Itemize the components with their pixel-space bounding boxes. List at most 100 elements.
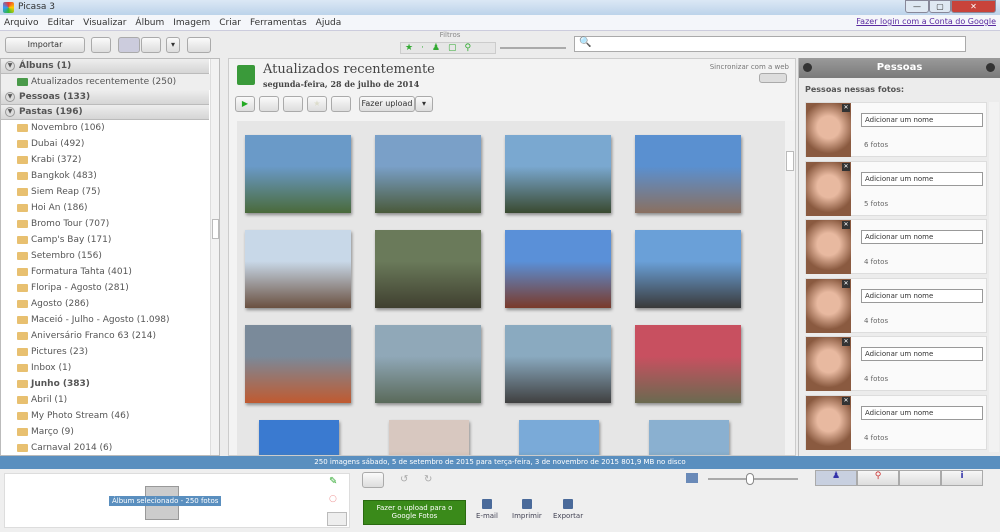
folder-item[interactable]: Camp's Bay (171) (1, 232, 219, 248)
people-button[interactable] (187, 37, 211, 53)
sync-toggle[interactable] (759, 73, 787, 83)
search-input[interactable]: 🔍 (574, 36, 966, 52)
photo-thumbnail[interactable] (375, 230, 481, 308)
folder-item[interactable]: My Photo Stream (46) (1, 408, 219, 424)
photo-thumbnail[interactable] (635, 325, 741, 403)
flat-view-button[interactable] (118, 37, 140, 53)
view-dropdown-button[interactable]: ▾ (166, 37, 180, 53)
left-scrollbar[interactable] (210, 59, 219, 455)
info-tab[interactable]: i (941, 470, 983, 486)
email-button[interactable]: E-mail (476, 499, 498, 520)
print-button[interactable]: Imprimir (512, 499, 542, 520)
remove-face-icon[interactable]: ✕ (842, 396, 850, 405)
remove-face-icon[interactable]: ✕ (842, 104, 850, 112)
maximize-button[interactable]: ▢ (929, 0, 951, 13)
minimize-button[interactable]: — (905, 0, 929, 13)
rotate-left-icon[interactable]: ↺ (400, 474, 408, 485)
folder-item[interactable]: Novembro (106) (1, 120, 219, 136)
person-name-input[interactable]: Adicionar um nome (861, 171, 983, 186)
photo-thumbnail[interactable] (505, 230, 611, 308)
photo-thumbnail[interactable] (635, 230, 741, 308)
photo-thumbnail[interactable] (505, 325, 611, 403)
folder-item[interactable]: Dubai (492) (1, 136, 219, 152)
people-tab[interactable]: ♟ (815, 470, 857, 486)
photo-thumbnail[interactable] (259, 420, 339, 455)
people-scrollbar[interactable] (989, 102, 999, 452)
photo-thumbnail[interactable] (505, 135, 611, 213)
photo-thumbnail[interactable] (649, 420, 729, 455)
menu-7[interactable]: Ajuda (316, 18, 342, 28)
remove-face-icon[interactable]: ✕ (842, 279, 850, 288)
export-button[interactable]: Exportar (553, 499, 583, 520)
tags-tab[interactable] (899, 470, 941, 486)
thumbnail-size-slider[interactable] (708, 473, 798, 485)
folder-item[interactable]: Março (9) (1, 424, 219, 440)
photo-thumbnail[interactable] (519, 420, 599, 455)
photo-thumbnail[interactable] (375, 325, 481, 403)
filter-slider[interactable] (500, 47, 566, 49)
filter-buttons[interactable]: ★·♟▢⚲ (400, 42, 496, 54)
menu-6[interactable]: Ferramentas (250, 18, 307, 28)
folder-item[interactable]: Aniversário Franco 63 (214) (1, 328, 219, 344)
people-section[interactable]: ▼ Pessoas (133) (1, 90, 209, 105)
play-slideshow-button[interactable]: ▶ (235, 96, 255, 112)
tray-star-button[interactable] (362, 472, 384, 488)
hold-icon[interactable]: ✎ (329, 476, 343, 490)
folder-item[interactable]: Bromo Tour (707) (1, 216, 219, 232)
remove-face-icon[interactable]: ✕ (842, 162, 850, 171)
folder-item[interactable]: Krabi (372) (1, 152, 219, 168)
grid-scrollbar[interactable] (785, 121, 795, 455)
person-name-input[interactable]: Adicionar um nome (861, 405, 983, 420)
collage-button[interactable] (259, 96, 279, 112)
folders-section[interactable]: ▼ Pastas (196) (1, 105, 209, 120)
photo-thumbnail[interactable] (635, 135, 741, 213)
folder-item[interactable]: Abril (1) (1, 392, 219, 408)
photo-thumbnail[interactable] (245, 230, 351, 308)
login-link[interactable]: Fazer login com a Conta do Google (856, 17, 996, 26)
collapse-icon[interactable] (803, 63, 812, 72)
photo-thumbnail[interactable] (375, 135, 481, 213)
menu-1[interactable]: Editar (47, 18, 74, 28)
menu-4[interactable]: Imagem (173, 18, 210, 28)
add-album-button[interactable] (91, 37, 111, 53)
add-to-album-button[interactable] (327, 512, 347, 526)
folder-item[interactable]: Inbox (1) (1, 360, 219, 376)
person-name-input[interactable]: Adicionar um nome (861, 288, 983, 303)
folder-item[interactable]: Carnaval 2014 (6) (1, 440, 219, 455)
folder-item[interactable]: Pictures (23) (1, 344, 219, 360)
albums-section[interactable]: ▼ Álbuns (1) (1, 59, 209, 74)
upload-dropdown-button[interactable]: ▾ (415, 96, 433, 112)
menu-3[interactable]: Álbum (135, 18, 164, 28)
upload-button[interactable]: Fazer upload (359, 96, 415, 112)
folder-item[interactable]: Hoi An (186) (1, 200, 219, 216)
folder-item[interactable]: Maceió - Julho - Agosto (1.098) (1, 312, 219, 328)
folder-item[interactable]: Junho (383) (1, 376, 219, 392)
person-name-input[interactable]: Adicionar um nome (861, 113, 983, 127)
import-button[interactable]: Importar (5, 37, 85, 53)
person-name-input[interactable]: Adicionar um nome (861, 347, 983, 361)
folder-item[interactable]: Formatura Tahta (401) (1, 264, 219, 280)
star-button[interactable]: ★ (307, 96, 327, 112)
remove-face-icon[interactable]: ✕ (842, 338, 850, 346)
close-icon[interactable] (986, 63, 995, 72)
person-name-input[interactable]: Adicionar um nome (861, 230, 983, 244)
movie-button[interactable] (283, 96, 303, 112)
menu-5[interactable]: Criar (219, 18, 241, 28)
upload-google-photos-button[interactable]: Fazer o upload para o Google Fotos (363, 500, 466, 525)
photo-thumbnail[interactable] (245, 135, 351, 213)
photo-tray[interactable]: Álbum selecionado - 250 fotos ✎ ○ (4, 473, 350, 528)
album-item[interactable]: Atualizados recentemente (250) (1, 74, 219, 90)
menu-2[interactable]: Visualizar (83, 18, 126, 28)
photo-thumbnail[interactable] (245, 325, 351, 403)
rotate-right-icon[interactable]: ↻ (424, 474, 432, 485)
tree-view-button[interactable] (141, 37, 161, 53)
menu-0[interactable]: Arquivo (4, 18, 38, 28)
close-button[interactable]: ✕ (951, 0, 996, 13)
folder-item[interactable]: Bangkok (483) (1, 168, 219, 184)
clear-icon[interactable]: ○ (329, 494, 343, 508)
photo-thumbnail[interactable] (389, 420, 469, 455)
folder-item[interactable]: Setembro (156) (1, 248, 219, 264)
save-button[interactable] (331, 96, 351, 112)
remove-face-icon[interactable]: ✕ (842, 221, 850, 229)
folder-item[interactable]: Agosto (286) (1, 296, 219, 312)
